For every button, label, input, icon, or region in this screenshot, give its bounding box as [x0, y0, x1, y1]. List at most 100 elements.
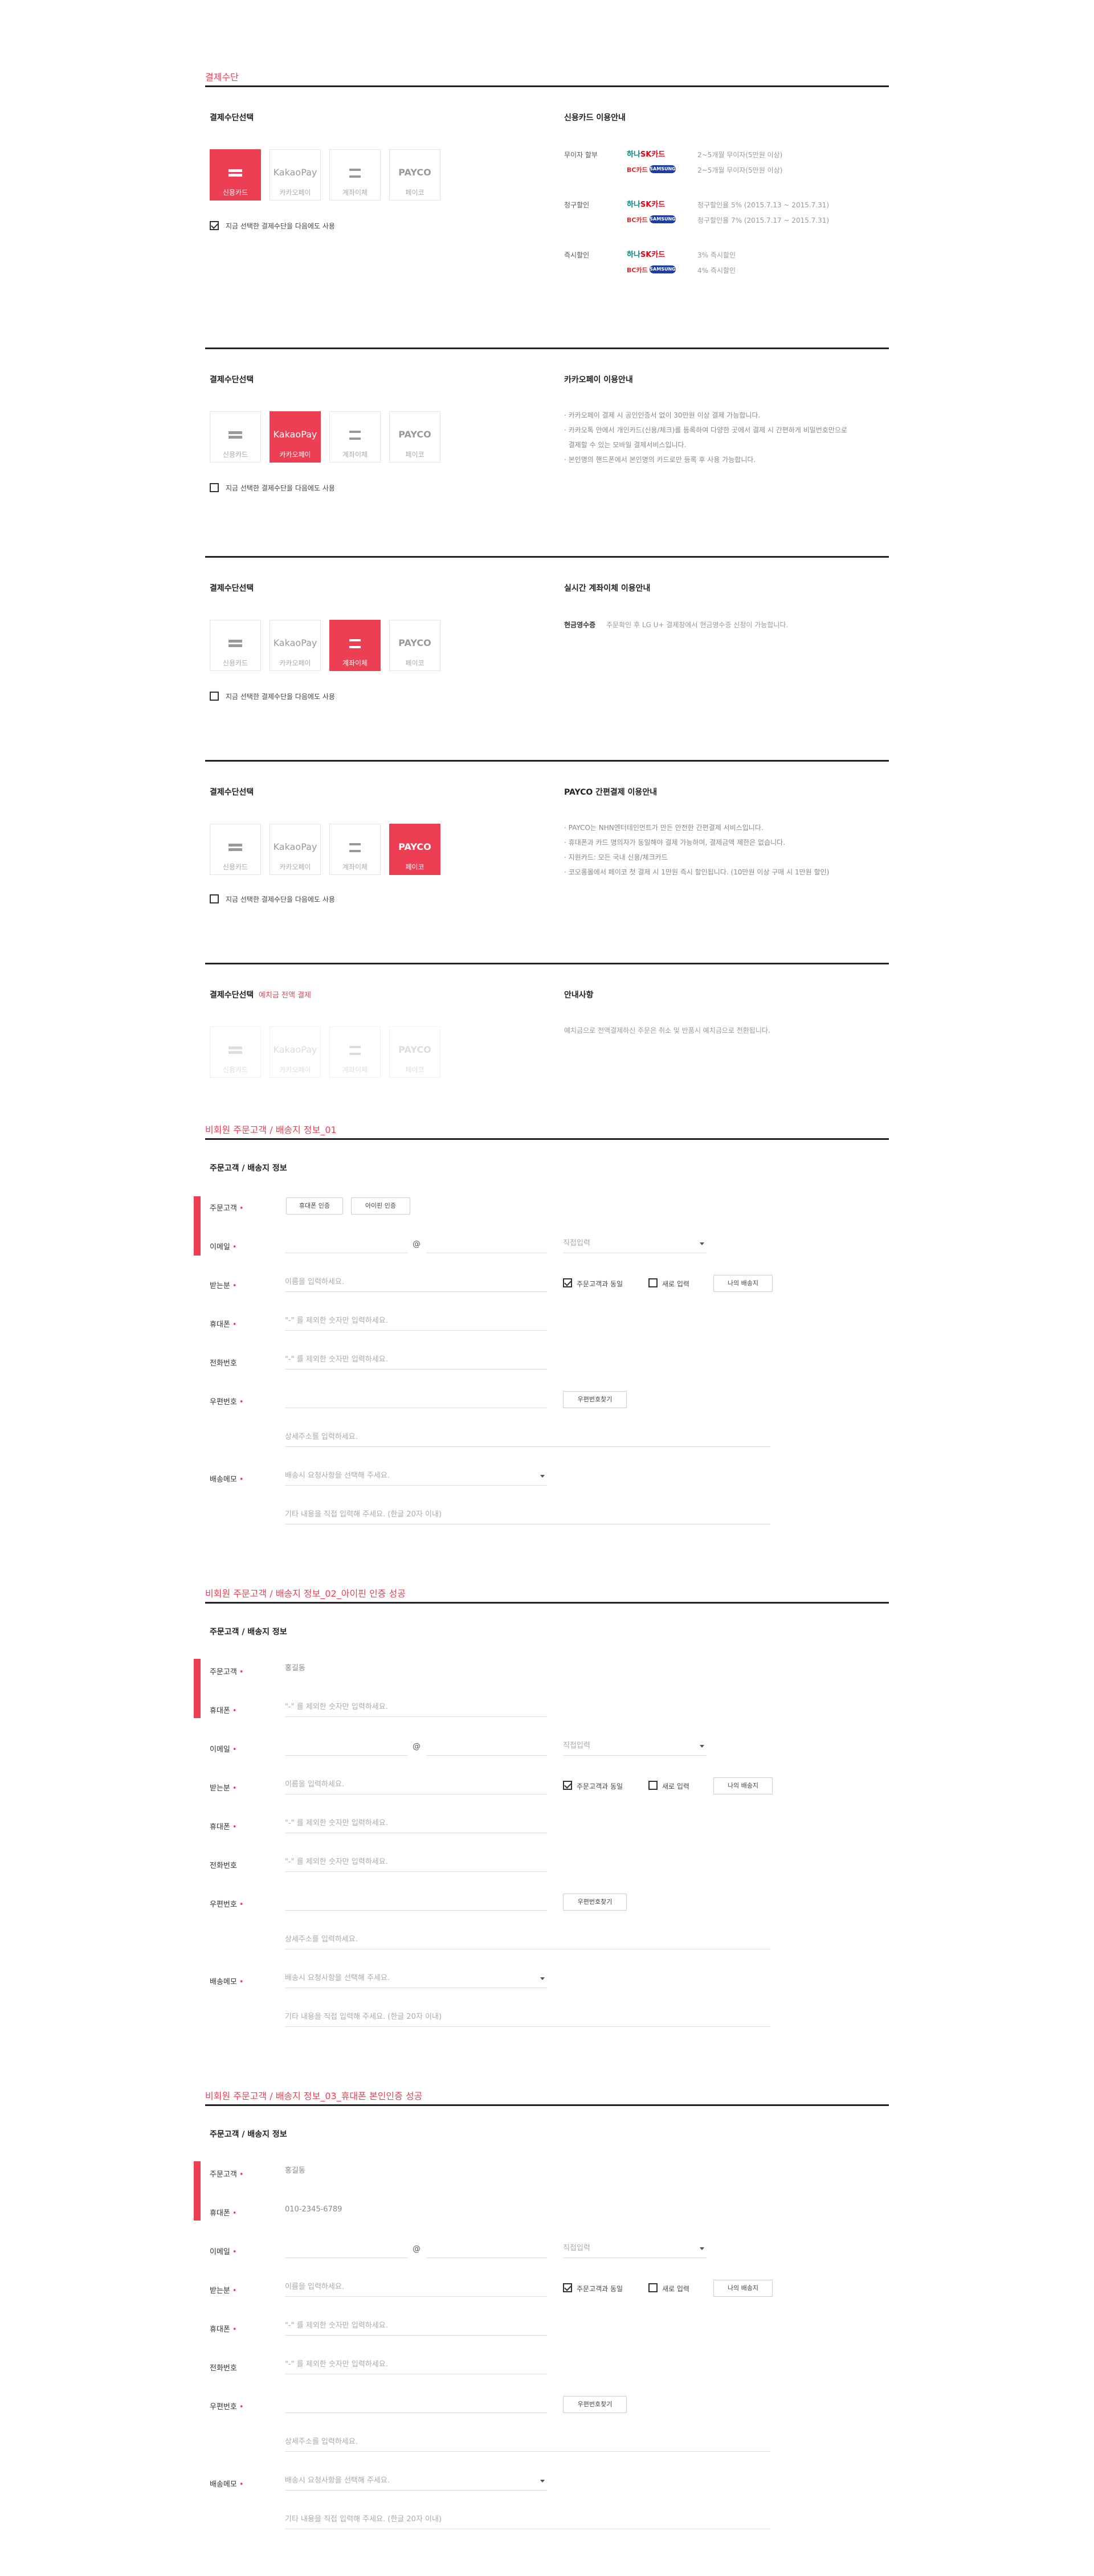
mobile-input[interactable]: "-" 를 제외한 숫자만 입력하세요. — [285, 1699, 547, 1717]
pay-option-card[interactable]: 신용카드 — [210, 620, 261, 671]
info-text: 청구할인율 7% (2015.7.17 ~ 2015.7.31) — [697, 216, 830, 224]
receiver-mobile-input[interactable]: "-" 를 제외한 숫자만 입력하세요. — [285, 1815, 547, 1833]
zip-input[interactable] — [285, 1390, 547, 1408]
pay-option-kakaopay[interactable]: KakaoPay 카카오페이 — [270, 149, 321, 201]
phone-input[interactable]: "-" 를 제외한 숫자만 입력하세요. — [285, 2356, 547, 2374]
info-text: 3% 즉시할인 — [697, 251, 736, 259]
zip-input[interactable] — [285, 2395, 547, 2413]
same-as-orderer-checkbox[interactable] — [563, 2283, 572, 2292]
email-domain-select[interactable]: 직접입력 — [563, 1235, 707, 1253]
receiver-mobile-input[interactable]: "-" 를 제외한 숫자만 입력하세요. — [285, 2317, 547, 2336]
receiver-input[interactable]: 이름을 입력하세요. — [285, 1274, 547, 1292]
memo-etc-input[interactable]: 기타 내용을 직접 입력해 주세요. (한글 20자 이내) — [285, 2009, 770, 2027]
phone-input[interactable]: "-" 를 제외한 숫자만 입력하세요. — [285, 1854, 547, 1872]
memo-select[interactable]: 배송시 요청사항을 선택해 주세요. — [285, 1467, 547, 1486]
kakaopay-info-title: 카카오페이 이용안내 — [564, 375, 633, 385]
new-input-label: 새로 입력 — [662, 1782, 689, 1790]
email-domain-input[interactable] — [426, 2240, 547, 2258]
my-address-button[interactable]: 나의 배송지 — [713, 1777, 773, 1794]
label-orderer: 주문고객 • — [210, 2170, 244, 2179]
label-memo: 배송메모 • — [210, 2480, 244, 2489]
phone-input[interactable]: "-" 를 제외한 숫자만 입력하세요. — [285, 1351, 547, 1369]
remember-checkbox[interactable] — [210, 894, 219, 903]
bc-logo: BC카드 — [627, 166, 648, 174]
pay-option-card[interactable]: 신용카드 — [210, 411, 261, 463]
email-domain-input[interactable] — [426, 1235, 547, 1253]
form-title: 비회원 주문고객 / 배송지 정보_01 — [205, 1125, 337, 1135]
receipt-label: 현금영수증 — [564, 621, 596, 629]
pay-option-card[interactable]: 신용카드 — [210, 149, 261, 201]
pay-option-bank[interactable]: 계좌이체 — [329, 411, 381, 463]
info-bullet: 결제할 수 있는 모바일 결제서비스입니다. — [564, 441, 687, 449]
new-input-label: 새로 입력 — [662, 1280, 689, 1288]
new-input-checkbox[interactable] — [648, 1278, 658, 1287]
new-input-checkbox[interactable] — [648, 2283, 658, 2292]
form-title: 비회원 주문고객 / 배송지 정보_03_휴대폰 본인인증 성공 — [205, 2091, 423, 2101]
zip-search-button[interactable]: 우편번호찾기 — [563, 1391, 627, 1408]
address-detail-input[interactable]: 상세주소를 입력하세요. — [285, 1931, 770, 1949]
pay-option-card[interactable]: 신용카드 — [210, 824, 261, 875]
remember-checkbox[interactable] — [210, 692, 219, 701]
my-address-button[interactable]: 나의 배송지 — [713, 2280, 773, 2297]
pay-option-bank[interactable]: 계좌이체 — [329, 824, 381, 875]
pay-option-bank[interactable]: 계좌이체 — [329, 149, 381, 201]
remember-checkbox[interactable] — [210, 221, 219, 230]
info-label: 즉시할인 — [564, 251, 590, 259]
new-input-checkbox[interactable] — [648, 1781, 658, 1790]
form-sub-title: 주문고객 / 배송지 정보 — [210, 2130, 287, 2139]
hana-sk-logo: 하나SK카드 — [627, 251, 666, 259]
phone-auth-button[interactable]: 휴대폰 인증 — [286, 1197, 343, 1215]
memo-etc-input[interactable]: 기타 내용을 직접 입력해 주세요. (한글 20자 이내) — [285, 1506, 770, 1524]
pay-option-bank[interactable]: 계좌이체 — [329, 620, 381, 671]
memo-select[interactable]: 배송시 요청사항을 선택해 주세요. — [285, 1970, 547, 1988]
remember-checkbox[interactable] — [210, 483, 219, 492]
bank-icon — [330, 429, 380, 441]
info-text: 4% 즉시할인 — [697, 267, 736, 275]
pay-option-payco[interactable]: PAYCO 페이코 — [389, 149, 440, 201]
email-id-input[interactable] — [285, 2240, 408, 2258]
label-zip: 우편번호 • — [210, 2403, 244, 2411]
address-detail-input[interactable]: 상세주소를 입력하세요. — [285, 2434, 770, 2452]
info-bullet: · 휴대폰과 카드 명의자가 동일해야 결제 가능하며, 결제금액 제한은 없습… — [564, 839, 786, 847]
highlight-bar — [194, 1196, 201, 1256]
bc-logo: BC카드 — [627, 267, 648, 274]
divider — [205, 1138, 889, 1140]
email-id-input[interactable] — [285, 1235, 408, 1253]
mobile-input[interactable]: "-" 를 제외한 숫자만 입력하세요. — [285, 1312, 547, 1331]
same-as-orderer-label: 주문고객과 동일 — [577, 1782, 623, 1790]
address-detail-input[interactable]: 상세주소를 입력하세요. — [285, 1429, 770, 1447]
hana-sk-logo: 하나SK카드 — [627, 201, 666, 209]
section-title-payment: 결제수단 — [205, 72, 239, 83]
new-input-label: 새로 입력 — [662, 2285, 689, 2293]
receiver-input[interactable]: 이름을 입력하세요. — [285, 2279, 547, 2297]
bank-icon — [330, 1044, 380, 1057]
zip-input[interactable] — [285, 1892, 547, 1911]
zip-search-button[interactable]: 우편번호찾기 — [563, 1894, 627, 1911]
remember-label: 지금 선택한 결제수단을 다음에도 사용 — [226, 484, 335, 492]
same-as-orderer-checkbox[interactable] — [563, 1278, 572, 1287]
my-address-button[interactable]: 나의 배송지 — [713, 1275, 773, 1292]
pay-option-kakaopay[interactable]: KakaoPay 카카오페이 — [270, 824, 321, 875]
orderer-name-value: 홍길동 — [285, 1664, 305, 1673]
at-sign: @ — [413, 2244, 421, 2254]
receiver-input[interactable]: 이름을 입력하세요. — [285, 1776, 547, 1794]
memo-select[interactable]: 배송시 요청사항을 선택해 주세요. — [285, 2472, 547, 2491]
notice-title: 안내사항 — [564, 991, 594, 1000]
info-text: 청구할인율 5% (2015.7.13 ~ 2015.7.31) — [697, 201, 830, 209]
pay-option-payco[interactable]: PAYCO 페이코 — [389, 824, 440, 875]
ipin-auth-button[interactable]: 아이핀 인증 — [351, 1197, 410, 1215]
email-domain-select[interactable]: 직접입력 — [563, 2240, 707, 2258]
email-domain-select[interactable]: 직접입력 — [563, 1737, 707, 1756]
pay-option-payco[interactable]: PAYCO 페이코 — [389, 620, 440, 671]
pay-option-payco[interactable]: PAYCO 페이코 — [389, 411, 440, 463]
pay-option-kakaopay[interactable]: KakaoPay 카카오페이 — [270, 620, 321, 671]
email-id-input[interactable] — [285, 1737, 408, 1756]
memo-etc-input[interactable]: 기타 내용을 직접 입력해 주세요. (한글 20자 이내) — [285, 2511, 770, 2529]
same-as-orderer-checkbox[interactable] — [563, 1781, 572, 1790]
label-receiver: 받는분 • — [210, 1282, 237, 1290]
zip-search-button[interactable]: 우편번호찾기 — [563, 2396, 627, 2413]
email-domain-input[interactable] — [426, 1737, 547, 1756]
chevron-down-icon — [700, 1745, 704, 1748]
pay-option-kakaopay[interactable]: KakaoPay 카카오페이 — [270, 411, 321, 463]
card-icon — [210, 637, 260, 650]
